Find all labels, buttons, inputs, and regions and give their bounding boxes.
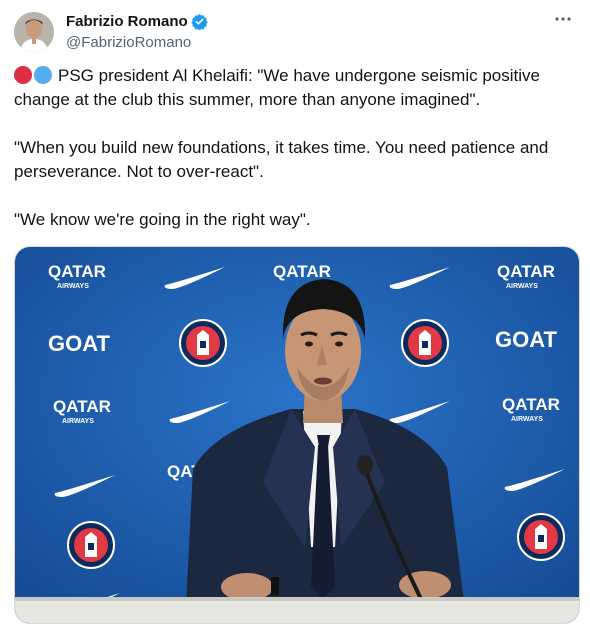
svg-text:AIRWAYS: AIRWAYS [511, 416, 543, 423]
more-horizontal-icon[interactable] [554, 10, 572, 33]
author-name[interactable]: Fabrizio Romano [66, 13, 188, 30]
tweet-paragraph: PSG president Al Khelaifi: "We have unde… [14, 64, 579, 112]
svg-text:AIRWAYS: AIRWAYS [57, 283, 89, 290]
podium-desk [15, 599, 579, 623]
tweet-photo[interactable]: QATAR AIRWAYS QATAR QATAR AIRWAYS GOAT G… [14, 246, 580, 624]
avatar-image [14, 12, 54, 52]
svg-text:QATAR: QATAR [273, 262, 331, 281]
svg-text:GOAT: GOAT [495, 327, 557, 352]
svg-text:AIRWAYS: AIRWAYS [62, 418, 94, 425]
tweet-text: PSG president Al Khelaifi: "We have unde… [14, 64, 579, 256]
svg-text:AIRWAYS: AIRWAYS [506, 283, 538, 290]
svg-text:QATAR: QATAR [497, 262, 555, 281]
tweet-paragraph: "We know we're going in the right way". [14, 210, 311, 229]
tweet-paragraph: "When you build new foundations, it take… [14, 138, 549, 181]
blue-circle-emoji-icon [34, 66, 52, 84]
verified-badge-icon [190, 14, 208, 30]
red-circle-emoji-icon [14, 66, 32, 84]
avatar[interactable] [14, 12, 54, 52]
svg-text:QATAR: QATAR [48, 262, 106, 281]
photo-press-conference: QATAR AIRWAYS QATAR QATAR AIRWAYS GOAT G… [15, 247, 579, 623]
tweet: Fabrizio Romano @FabrizioRomano PSG pres… [0, 0, 590, 630]
svg-text:GOAT: GOAT [48, 331, 110, 356]
author-row: Fabrizio Romano [66, 13, 208, 30]
author-handle[interactable]: @FabrizioRomano [66, 34, 191, 51]
svg-text:QATAR: QATAR [53, 397, 111, 416]
tweet-paragraph-text: PSG president Al Khelaifi: "We have unde… [14, 66, 540, 109]
svg-text:QATAR: QATAR [502, 395, 560, 414]
